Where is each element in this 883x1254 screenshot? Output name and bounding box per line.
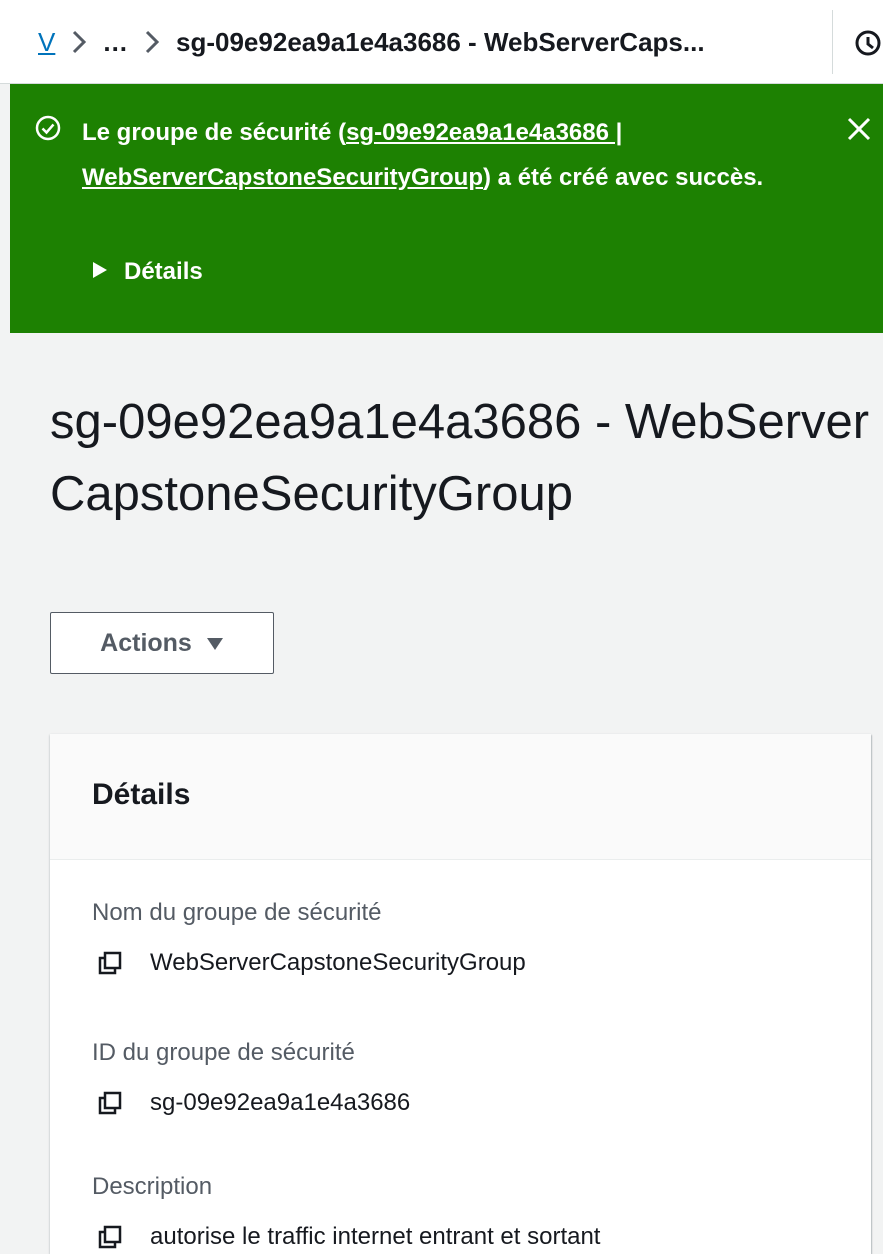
page-title: sg-09e92ea9a1e4a3686 - WebServerCapstone… [50, 395, 870, 521]
field-value-row: autorise le traffic internet entrant et … [98, 1223, 600, 1251]
details-panel-title: Détails [92, 778, 191, 811]
field-value: WebServerCapstoneSecurityGroup [150, 949, 526, 976]
breadcrumb: V ... sg-09e92ea9a1e4a3686 - WebServerCa… [38, 22, 705, 62]
flash-details-label: Détails [124, 258, 203, 285]
security-group-link-id: sg-09e92ea9a1e4a3686 | [346, 119, 623, 146]
flash-details-toggle[interactable]: Détails [92, 258, 203, 286]
field-value: autorise le traffic internet entrant et … [150, 1223, 601, 1250]
breadcrumb-bar: V ... sg-09e92ea9a1e4a3686 - WebServerCa… [0, 0, 883, 84]
caret-down-icon [206, 629, 224, 658]
field-security-group-name: Nom du groupe de sécurité WebServerCapst… [92, 896, 526, 977]
success-flash: Le groupe de sécurité (sg-09e92ea9a1e4a3… [10, 84, 883, 333]
topbar-divider [832, 10, 833, 74]
flash-text-before: Le groupe de sécurité ( [82, 119, 347, 146]
details-panel-header: Détails [50, 734, 871, 860]
flash-message: Le groupe de sécurité (sg-09e92ea9a1e4a3… [82, 110, 782, 200]
field-value-row: WebServerCapstoneSecurityGroup [98, 949, 526, 977]
copy-icon[interactable] [98, 1091, 122, 1115]
security-group-link-name: WebServerCapstoneSecurityGroup [82, 164, 484, 191]
check-circle-icon [34, 114, 62, 147]
breadcrumb-root-link[interactable]: V [38, 27, 55, 58]
actions-label: Actions [100, 628, 192, 657]
breadcrumb-ellipsis[interactable]: ... [103, 27, 128, 58]
details-panel: Détails Nom du groupe de sécurité WebSer… [50, 734, 871, 1254]
field-value: sg-09e92ea9a1e4a3686 [150, 1089, 411, 1116]
chevron-right-icon [144, 29, 160, 55]
caret-right-icon [92, 258, 108, 286]
copy-icon[interactable] [98, 951, 122, 975]
field-value-row: sg-09e92ea9a1e4a3686 [98, 1089, 410, 1117]
flash-text-after: ) a été créé avec succès. [483, 164, 764, 191]
field-security-group-id: ID du groupe de sécurité sg-09e92ea9a1e4… [92, 1036, 410, 1117]
breadcrumb-current: sg-09e92ea9a1e4a3686 - WebServerCaps... [176, 26, 705, 57]
field-label: ID du groupe de sécurité [92, 1039, 355, 1066]
field-label: Nom du groupe de sécurité [92, 899, 382, 926]
close-icon[interactable] [846, 116, 872, 147]
copy-icon[interactable] [98, 1225, 122, 1249]
chevron-right-icon [71, 29, 87, 55]
actions-dropdown-button[interactable]: Actions [50, 612, 274, 674]
field-description: Description autorise le traffic internet… [92, 1170, 600, 1251]
field-label: Description [92, 1173, 213, 1200]
help-panel-icon[interactable] [853, 28, 883, 63]
